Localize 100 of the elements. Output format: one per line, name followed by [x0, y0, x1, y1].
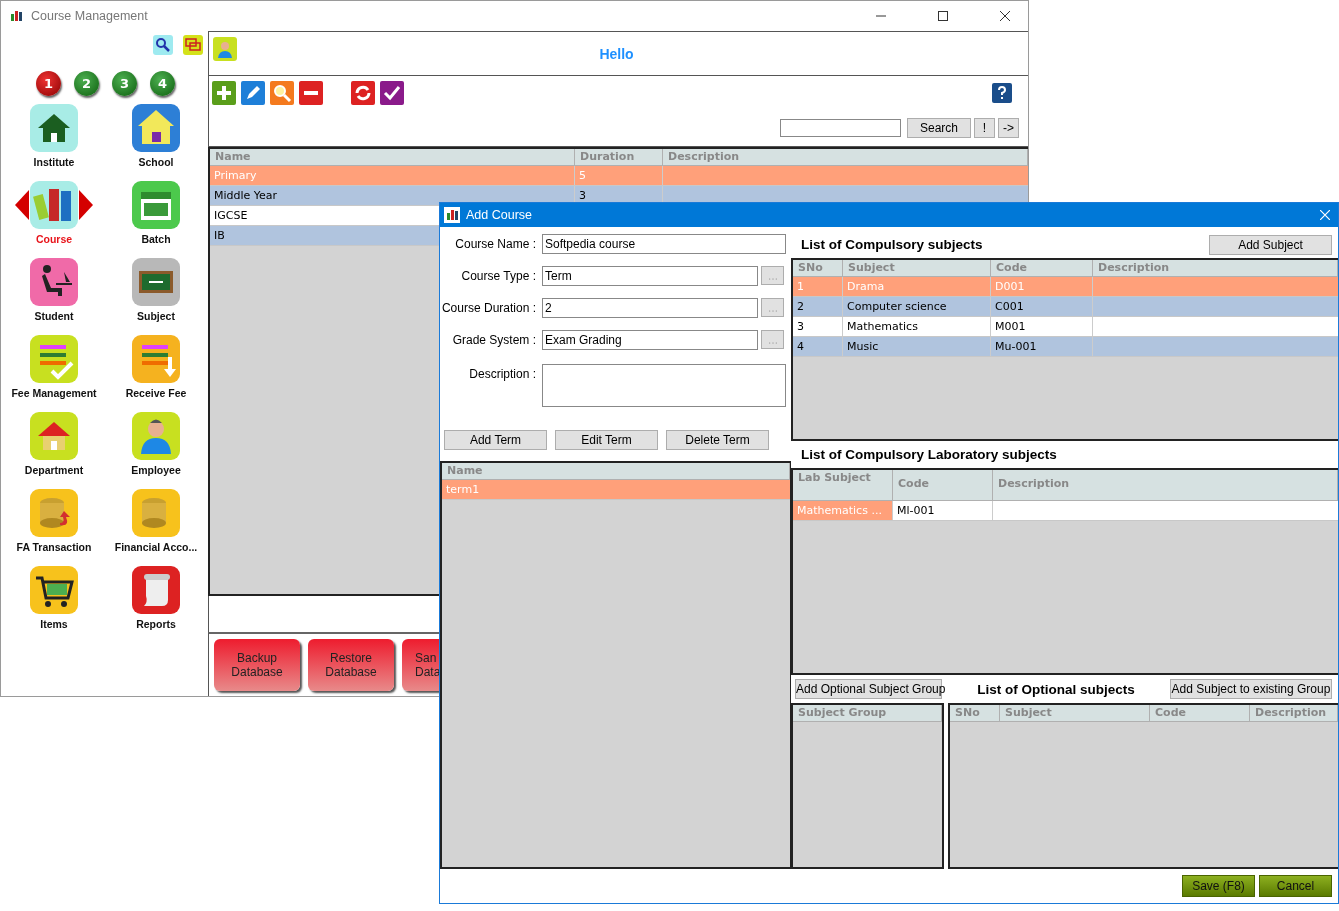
table-cell: Mathematics	[843, 317, 991, 336]
field-label: Description :	[468, 366, 537, 381]
books-icon	[30, 181, 78, 229]
sidebar-item[interactable]: Course	[3, 179, 105, 251]
column-header: Duration	[575, 149, 663, 165]
column-header: Code	[893, 470, 993, 500]
add-icon[interactable]	[212, 81, 236, 105]
house-icon	[30, 104, 78, 152]
help-icon[interactable]	[992, 83, 1012, 103]
coins-icon	[30, 489, 78, 537]
dialog-title: Add Course	[466, 208, 532, 222]
user-icon[interactable]	[213, 36, 237, 61]
term-button[interactable]: Edit Term	[555, 430, 658, 450]
close-icon[interactable]	[1000, 11, 1010, 21]
database-button[interactable]: Restore Database	[308, 639, 394, 691]
column-header: SNo	[950, 705, 1000, 721]
sidebar-item[interactable]: Subject	[105, 256, 207, 328]
add-to-group-button[interactable]: Add Subject to existing Group	[1170, 679, 1332, 699]
page-number-button[interactable]: 3	[112, 71, 137, 96]
right-arrow-icon	[79, 190, 93, 220]
section-title: List of Compulsory Laboratory subjects	[801, 447, 1057, 462]
scroll-icon	[132, 566, 180, 614]
search-button[interactable]: Search	[907, 118, 971, 138]
table-cell: Ml-001	[893, 501, 993, 520]
table-cell: 1	[793, 277, 843, 296]
column-header: Lab Subject	[793, 470, 893, 500]
checklist-icon	[30, 335, 78, 383]
table-row[interactable]: 2 Computer science C001	[793, 297, 1338, 317]
input-field[interactable]: Softpedia course	[542, 234, 786, 254]
school-icon	[132, 104, 180, 152]
edit-icon[interactable]	[241, 81, 265, 105]
column-header: Name	[210, 149, 575, 165]
table-cell: Mathematics ...	[793, 501, 893, 520]
column-header: Code	[1150, 705, 1250, 721]
description-field[interactable]	[542, 364, 786, 407]
table-row[interactable]: 3 Mathematics M001	[793, 317, 1338, 337]
table-cell: 5	[575, 166, 663, 185]
windows-icon[interactable]	[183, 35, 203, 55]
field-label: Grade System :	[451, 332, 537, 347]
sidebar-item[interactable]: Receive Fee	[105, 333, 207, 405]
table-cell: M001	[991, 317, 1093, 336]
sidebar-item[interactable]: Student	[3, 256, 105, 328]
term-button[interactable]: Delete Term	[666, 430, 769, 450]
table-cell: 2	[793, 297, 843, 316]
table-row[interactable]: 4 Music Mu-001	[793, 337, 1338, 357]
column-header: Description	[993, 470, 1338, 500]
table-cell: Computer science	[843, 297, 991, 316]
page-number-button[interactable]: 2	[74, 71, 99, 96]
sidebar-item[interactable]: Fee Management	[3, 333, 105, 405]
sidebar-item[interactable]: Institute	[3, 102, 105, 174]
field-label: Course Duration :	[440, 300, 537, 315]
input-field[interactable]: 2	[542, 298, 758, 318]
maximize-icon[interactable]	[938, 11, 948, 21]
list-download-icon	[132, 335, 180, 383]
sidebar-item[interactable]: Items	[3, 564, 105, 636]
section-title: List of Compulsory subjects	[801, 237, 983, 252]
table-cell: Music	[843, 337, 991, 356]
term-button[interactable]: Add Term	[444, 430, 547, 450]
column-header: Name	[442, 463, 790, 479]
cancel-button[interactable]: Cancel	[1259, 875, 1332, 897]
sidebar-item[interactable]: FA Transaction	[3, 487, 105, 559]
table-cell: 3	[793, 317, 843, 336]
column-header: Subject	[1000, 705, 1150, 721]
toolbar-button[interactable]: !	[974, 118, 995, 138]
section-title: List of Optional subjects	[976, 681, 1136, 697]
sidebar-item[interactable]: Department	[3, 410, 105, 482]
column-header: Description	[1250, 705, 1338, 721]
table-cell: D001	[991, 277, 1093, 296]
input-field[interactable]: Exam Grading	[542, 330, 758, 350]
field-label: Course Type :	[460, 268, 537, 283]
app-icon	[11, 11, 23, 21]
search-field[interactable]	[780, 119, 901, 137]
input-field[interactable]: Term	[542, 266, 758, 286]
page-number-button[interactable]: 4	[150, 71, 175, 96]
sidebar-item[interactable]: School	[105, 102, 207, 174]
save-button[interactable]: Save (F8)	[1182, 875, 1255, 897]
search-icon[interactable]	[153, 35, 173, 55]
remove-icon[interactable]	[299, 81, 323, 105]
left-arrow-icon	[15, 190, 29, 220]
page-number-button[interactable]: 1	[36, 71, 61, 96]
sidebar-item[interactable]: Financial Acco...	[105, 487, 207, 559]
column-header: Code	[991, 260, 1093, 276]
sidebar-item[interactable]: Reports	[105, 564, 207, 636]
check-icon[interactable]	[380, 81, 404, 105]
table-cell: Mu-001	[991, 337, 1093, 356]
sidebar-item[interactable]: Batch	[105, 179, 207, 251]
add-subject-button[interactable]: Add Subject	[1209, 234, 1332, 255]
table-cell: 4	[793, 337, 843, 356]
coins-icon	[132, 489, 180, 537]
person-icon	[132, 412, 180, 460]
sidebar-item[interactable]: Employee	[105, 410, 207, 482]
table-row[interactable]: Mathematics ... Ml-001	[793, 501, 1338, 521]
table-cell: Primary	[210, 166, 575, 185]
app-icon	[444, 207, 460, 223]
column-header: Description	[1093, 260, 1338, 276]
database-button[interactable]: Backup Database	[214, 639, 300, 691]
window-title: Course Management	[31, 9, 148, 23]
cart-icon	[30, 566, 78, 614]
refresh-icon[interactable]	[351, 81, 375, 105]
toolbar-button[interactable]: ->	[998, 118, 1019, 138]
